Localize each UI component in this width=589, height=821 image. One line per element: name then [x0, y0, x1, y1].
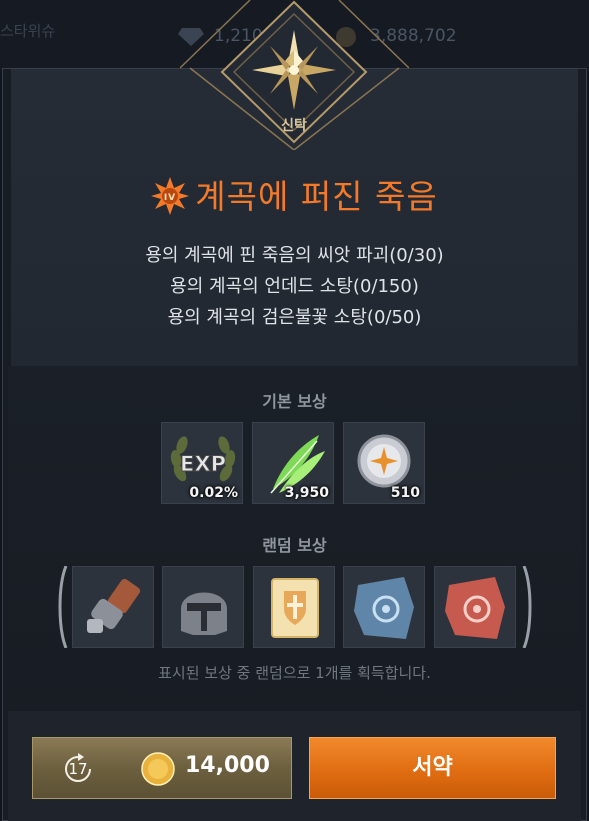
refresh-count: 17 — [68, 760, 88, 778]
quest-title-text: 계곡에 퍼진 죽음 — [195, 177, 438, 216]
random-reward-title: 랜덤 보상 — [262, 536, 327, 555]
reward-item-helmet[interactable] — [162, 566, 244, 648]
cost-value: 14,000 — [185, 753, 270, 778]
quest-title: IV 계곡에 퍼진 죽음 — [0, 170, 589, 218]
gauntlet-icon — [87, 578, 141, 633]
red-torn-scroll-icon — [445, 577, 505, 639]
basic-reward-title: 기본 보상 — [262, 392, 327, 411]
reward-item-red-scroll[interactable] — [434, 566, 516, 648]
svg-text:IV: IV — [164, 193, 176, 203]
random-reward-hint: 표시된 보상 중 랜덤으로 1개를 획득합니다. — [158, 664, 431, 682]
reward-item-feather[interactable]: 3,950 — [252, 422, 334, 504]
bracket-right-icon — [522, 566, 532, 648]
currency-left-label: 스타위슈 — [0, 22, 56, 40]
oracle-emblem: 신탁 — [180, 0, 409, 150]
objective-item: 용의 계곡에 핀 죽음의 씨앗 파괴(0/30) — [145, 245, 444, 266]
emblem-label: 신탁 — [281, 117, 307, 134]
reward-qty: 3,950 — [284, 485, 329, 501]
reward-item-blue-scroll[interactable] — [343, 566, 425, 648]
objective-list: 용의 계곡에 핀 죽음의 씨앗 파괴(0/30) 용의 계곡의 언데드 소탕(0… — [0, 240, 589, 333]
quest-tier-icon: IV — [151, 177, 190, 215]
refresh-cost-button[interactable]: 17 14,000 — [32, 737, 292, 799]
objective-item: 용의 계곡의 검은불꽃 소탕(0/50) — [167, 307, 422, 328]
reward-item-medal[interactable]: 510 — [343, 422, 425, 504]
reward-qty: 510 — [390, 485, 420, 501]
bracket-left-icon — [58, 566, 68, 648]
reward-item-gauntlet[interactable] — [72, 566, 154, 648]
helmet-icon — [181, 592, 227, 635]
objective-item: 용의 계곡의 언데드 소탕(0/150) — [170, 276, 419, 297]
blue-torn-scroll-icon — [354, 577, 414, 639]
reward-item-scroll[interactable] — [253, 566, 335, 648]
pledge-button[interactable]: 서약 — [309, 737, 556, 799]
reward-item-exp[interactable]: EXP 0.02% — [161, 422, 243, 504]
reward-qty: 0.02% — [189, 485, 238, 501]
gold-coin-icon — [141, 752, 175, 786]
exp-text: EXP — [180, 452, 226, 476]
scroll-icon — [271, 578, 319, 638]
